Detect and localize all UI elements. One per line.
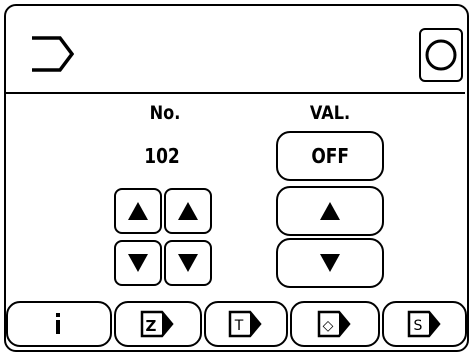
exit-arrow-icon[interactable] [30, 34, 74, 74]
s-tab-icon: S [407, 310, 441, 338]
down-arrow-icon [178, 254, 198, 272]
down-arrow-icon [320, 254, 340, 272]
s-tab[interactable]: S [382, 301, 467, 347]
diamond-tab[interactable]: ◇ [290, 301, 380, 347]
no-ones-up-button[interactable] [164, 188, 212, 234]
info-icon [56, 313, 60, 334]
t-tab[interactable]: T [204, 301, 288, 347]
no-tens-down-button[interactable] [114, 240, 162, 286]
down-arrow-icon [128, 254, 148, 272]
no-value: 102 [144, 144, 180, 168]
diamond-tab-icon: ◇ [317, 310, 351, 338]
val-up-button[interactable] [276, 186, 384, 236]
info-tab[interactable] [6, 301, 112, 347]
circle-o-icon [425, 39, 457, 71]
svg-text:S: S [413, 318, 422, 334]
circle-button[interactable] [419, 28, 463, 82]
z-tab[interactable]: Z [114, 301, 202, 347]
no-ones-down-button[interactable] [164, 240, 212, 286]
z-tab-icon: Z [140, 310, 174, 338]
val-value: OFF [311, 144, 349, 168]
val-down-button[interactable] [276, 238, 384, 288]
val-label: VAL. [309, 102, 351, 124]
up-arrow-icon [128, 202, 148, 220]
no-label: No. [149, 102, 181, 124]
no-tens-up-button[interactable] [114, 188, 162, 234]
svg-text:Z: Z [146, 317, 157, 335]
svg-text:T: T [234, 318, 244, 334]
up-arrow-icon [320, 202, 340, 220]
val-display[interactable]: OFF [276, 131, 384, 181]
svg-text:◇: ◇ [323, 318, 334, 334]
header-divider [6, 92, 465, 94]
t-tab-icon: T [228, 310, 262, 338]
up-arrow-icon [178, 202, 198, 220]
